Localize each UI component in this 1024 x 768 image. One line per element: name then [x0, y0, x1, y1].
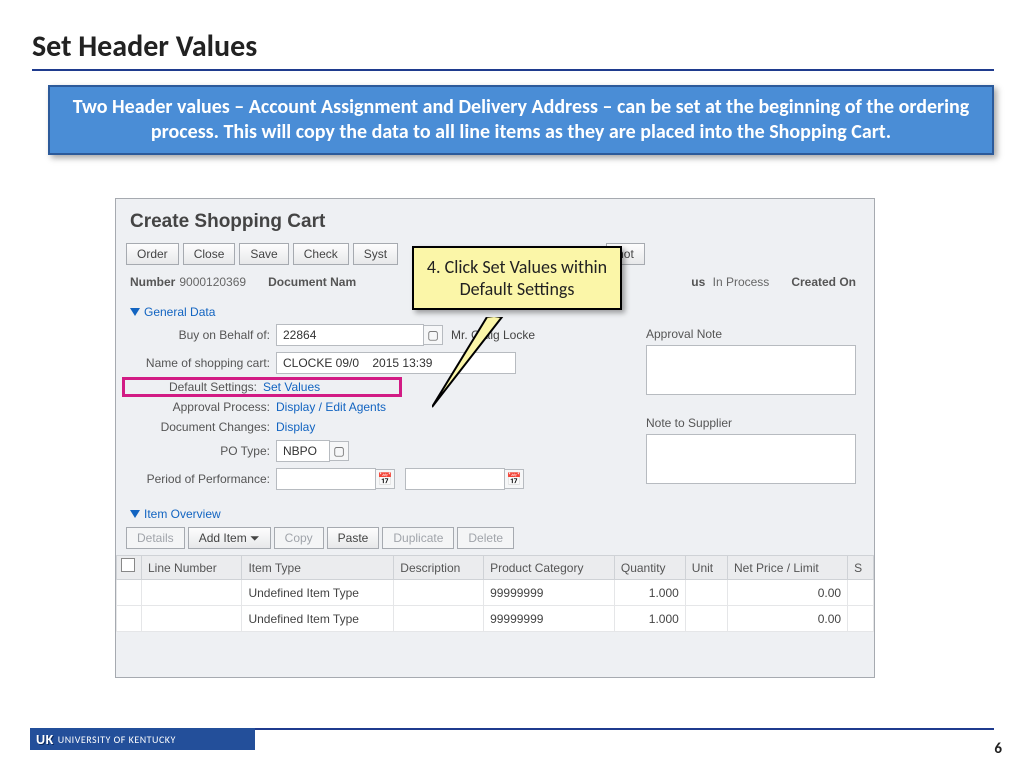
default-settings-highlight: Default Settings: Set Values: [122, 377, 402, 397]
created-on-label: Created On: [791, 275, 856, 289]
calendar-icon[interactable]: 📅: [504, 469, 524, 489]
callout-tail-icon: [432, 317, 512, 413]
table-row[interactable]: Undefined Item Type 99999999 1.000 0.00: [117, 580, 874, 606]
uk-logo: UK UNIVERSITY OF KENTUCKY: [30, 728, 255, 750]
table-row[interactable]: Undefined Item Type 99999999 1.000 0.00: [117, 606, 874, 632]
save-button[interactable]: Save: [239, 243, 288, 265]
paste-button[interactable]: Paste: [327, 527, 380, 549]
search-help-icon[interactable]: ▢: [329, 441, 349, 461]
app-title: Create Shopping Cart: [116, 199, 874, 243]
status-value: In Process: [713, 275, 770, 289]
item-overview-header[interactable]: Item Overview: [116, 501, 874, 523]
buy-on-behalf-input[interactable]: [276, 324, 424, 346]
col-product-category[interactable]: Product Category: [484, 556, 615, 580]
cell-price: 0.00: [728, 606, 848, 632]
pop-to-input[interactable]: [405, 468, 505, 490]
col-quantity[interactable]: Quantity: [614, 556, 685, 580]
uk-logo-prefix: UK: [36, 731, 54, 748]
document-name-label: Document Nam: [268, 275, 356, 289]
syst-button[interactable]: Syst: [353, 243, 398, 265]
col-s[interactable]: S: [848, 556, 874, 580]
general-data-label: General Data: [144, 305, 215, 319]
col-item-type[interactable]: Item Type: [242, 556, 394, 580]
note-to-supplier-label: Note to Supplier: [646, 416, 856, 430]
duplicate-button: Duplicate: [382, 527, 454, 549]
copy-button: Copy: [274, 527, 324, 549]
slide-title: Set Header Values: [0, 0, 1024, 65]
cell-product-category: 99999999: [484, 580, 615, 606]
cell-price: 0.00: [728, 580, 848, 606]
item-overview-label: Item Overview: [144, 507, 221, 521]
display-link[interactable]: Display: [276, 420, 315, 434]
order-button[interactable]: Order: [126, 243, 179, 265]
pop-from-input[interactable]: [276, 468, 376, 490]
approval-note-label: Approval Note: [646, 327, 856, 341]
col-description[interactable]: Description: [394, 556, 484, 580]
step-callout: 4. Click Set Values within Default Setti…: [412, 246, 622, 310]
approval-note-textarea[interactable]: [646, 345, 856, 395]
cell-item-type: Undefined Item Type: [242, 580, 394, 606]
page-number: 6: [994, 740, 1002, 758]
buy-on-behalf-label: Buy on Behalf of:: [130, 328, 276, 342]
item-table: Line Number Item Type Description Produc…: [116, 555, 874, 632]
po-type-input[interactable]: [276, 440, 330, 462]
triangle-down-icon: [130, 510, 140, 518]
display-edit-agents-link[interactable]: Display / Edit Agents: [276, 400, 386, 414]
col-line-number[interactable]: Line Number: [142, 556, 242, 580]
col-net-price[interactable]: Net Price / Limit: [728, 556, 848, 580]
title-rule: [32, 69, 994, 71]
po-type-label: PO Type:: [130, 444, 276, 458]
approval-note-group: Approval Note: [646, 327, 856, 395]
approval-process-label: Approval Process:: [130, 400, 276, 414]
note-to-supplier-group: Note to Supplier: [646, 416, 856, 484]
document-changes-label: Document Changes:: [130, 420, 276, 434]
note-to-supplier-textarea[interactable]: [646, 434, 856, 484]
col-unit[interactable]: Unit: [685, 556, 727, 580]
details-button: Details: [126, 527, 185, 549]
copy-icon: [123, 560, 135, 572]
description-box: Two Header values – Account Assignment a…: [48, 85, 994, 155]
delete-button: Delete: [457, 527, 514, 549]
cell-product-category: 99999999: [484, 606, 615, 632]
cell-quantity: 1.000: [614, 580, 685, 606]
item-toolbar: Details Add Item ⏷ Copy Paste Duplicate …: [116, 523, 874, 555]
cart-name-label: Name of shopping cart:: [130, 356, 276, 370]
number-label: Number: [130, 275, 175, 289]
close-button[interactable]: Close: [183, 243, 236, 265]
cell-item-type: Undefined Item Type: [242, 606, 394, 632]
number-value: 9000120369: [179, 275, 246, 289]
calendar-icon[interactable]: 📅: [375, 469, 395, 489]
cell-quantity: 1.000: [614, 606, 685, 632]
set-values-link[interactable]: Set Values: [263, 380, 320, 394]
uk-logo-text: UNIVERSITY OF KENTUCKY: [58, 733, 176, 746]
period-of-performance-label: Period of Performance:: [130, 472, 276, 486]
check-button[interactable]: Check: [293, 243, 349, 265]
add-item-button[interactable]: Add Item ⏷: [188, 527, 271, 549]
default-settings-label: Default Settings:: [129, 380, 263, 394]
triangle-down-icon: [130, 308, 140, 316]
status-label: us: [691, 275, 705, 289]
